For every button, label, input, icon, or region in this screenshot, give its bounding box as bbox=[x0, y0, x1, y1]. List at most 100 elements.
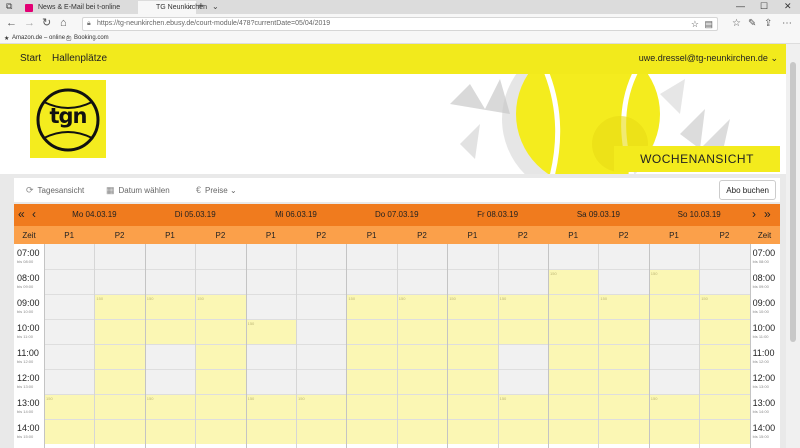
more-icon[interactable]: ⋯ bbox=[782, 18, 792, 29]
share-icon[interactable]: ⇪ bbox=[764, 18, 772, 29]
prev-week-icon[interactable]: ‹ bbox=[32, 207, 36, 221]
url-input[interactable]: 🔒︎ https://tg-neunkirchen.ebusy.de/court… bbox=[82, 17, 718, 31]
page-scrollbar[interactable] bbox=[786, 44, 800, 448]
week-calendar: « ‹ › » Mo 04.03.19 Di 05.03.19 Mi 06.03.1… bbox=[14, 204, 780, 448]
day-header[interactable]: So 10.03.19 bbox=[649, 210, 750, 219]
free-slot[interactable] bbox=[44, 319, 95, 344]
day-view-button[interactable]: ⟳ Tagesansicht bbox=[26, 185, 84, 196]
free-slot[interactable] bbox=[396, 269, 448, 294]
free-slot[interactable] bbox=[598, 269, 649, 294]
free-slot[interactable] bbox=[648, 244, 700, 269]
free-slot[interactable] bbox=[245, 244, 296, 269]
maximize-icon[interactable]: ☐ bbox=[760, 1, 768, 12]
time-slot-label: 10:00 bis 11:00 bbox=[749, 319, 780, 344]
day-header[interactable]: Mo 04.03.19 bbox=[44, 210, 145, 219]
day-header[interactable]: Sa 09.03.19 bbox=[548, 210, 649, 219]
tab-list-chevron-icon[interactable]: ⌄ bbox=[212, 2, 219, 11]
free-slot[interactable] bbox=[648, 344, 700, 369]
free-slot[interactable] bbox=[144, 244, 196, 269]
free-slot[interactable] bbox=[648, 319, 700, 344]
browser-tab-bar: ⧉ News & E-Mail bei t-online TG Neunkirc… bbox=[0, 0, 800, 14]
free-slot[interactable] bbox=[195, 244, 246, 269]
back-icon[interactable]: ← bbox=[6, 18, 17, 29]
refresh-icon[interactable]: ↻ bbox=[42, 18, 51, 29]
reading-view-icon[interactable]: ▤ bbox=[704, 19, 713, 30]
free-slot[interactable] bbox=[296, 269, 347, 294]
bookmark-booking[interactable]: Booking.com bbox=[74, 35, 109, 41]
free-slot[interactable] bbox=[598, 244, 649, 269]
free-slot[interactable] bbox=[699, 244, 750, 269]
browser-tab-tonline[interactable]: News & E-Mail bei t-online bbox=[20, 1, 138, 14]
scrollbar-thumb[interactable] bbox=[790, 62, 796, 342]
book-subscription-button[interactable]: Abo buchen bbox=[719, 180, 776, 200]
user-menu[interactable]: uwe.dressel@tg-neunkirchen.de ⌄ bbox=[639, 53, 778, 64]
nav-start[interactable]: Start bbox=[20, 53, 41, 64]
free-slot[interactable] bbox=[245, 344, 296, 369]
day-header[interactable]: Mi 06.03.19 bbox=[246, 210, 347, 219]
club-logo[interactable]: tgn bbox=[30, 80, 106, 158]
free-slot[interactable] bbox=[44, 344, 95, 369]
free-slot[interactable] bbox=[245, 269, 296, 294]
free-slot[interactable] bbox=[94, 269, 145, 294]
euro-icon: € bbox=[196, 185, 202, 195]
day-header[interactable]: Di 05.03.19 bbox=[145, 210, 246, 219]
calendar-icon: ▦ bbox=[106, 185, 115, 195]
notes-icon[interactable]: ✎ bbox=[748, 18, 756, 29]
free-slot[interactable] bbox=[296, 369, 347, 394]
favorite-star-icon[interactable]: ☆ bbox=[691, 19, 699, 30]
home-icon[interactable]: ⌂ bbox=[60, 18, 67, 29]
free-slot[interactable] bbox=[447, 244, 498, 269]
free-slot[interactable] bbox=[144, 269, 196, 294]
free-slot[interactable] bbox=[44, 269, 95, 294]
free-slot[interactable] bbox=[296, 344, 347, 369]
close-tab-icon[interactable]: × bbox=[187, 3, 192, 12]
free-slot[interactable] bbox=[195, 269, 246, 294]
free-slot[interactable] bbox=[44, 369, 95, 394]
free-slot[interactable] bbox=[447, 269, 498, 294]
free-slot[interactable] bbox=[144, 344, 196, 369]
free-slot[interactable] bbox=[396, 244, 448, 269]
next-week-icon[interactable]: › bbox=[752, 207, 756, 221]
time-label: 11:00 bbox=[752, 348, 775, 358]
free-slot[interactable] bbox=[245, 369, 296, 394]
free-slot[interactable] bbox=[44, 244, 95, 269]
last-week-icon[interactable]: » bbox=[764, 207, 771, 221]
court-header: P2 bbox=[114, 231, 125, 240]
time-until-label: bis 15:00 bbox=[752, 434, 769, 439]
free-slot[interactable] bbox=[497, 344, 548, 369]
free-slot[interactable] bbox=[497, 269, 548, 294]
free-slot[interactable] bbox=[497, 244, 548, 269]
free-slot[interactable] bbox=[296, 319, 347, 344]
prices-dropdown[interactable]: € Preise ⌄ bbox=[196, 185, 237, 195]
free-slot[interactable] bbox=[548, 244, 599, 269]
booking-label: 150 bbox=[499, 396, 507, 401]
free-slot[interactable] bbox=[144, 369, 196, 394]
free-slot[interactable] bbox=[346, 269, 397, 294]
day-header[interactable]: Fr 08.03.19 bbox=[447, 210, 548, 219]
free-slot[interactable] bbox=[648, 369, 700, 394]
day-header[interactable]: Do 07.03.19 bbox=[346, 210, 447, 219]
free-slot[interactable] bbox=[346, 244, 397, 269]
free-slot[interactable] bbox=[699, 269, 750, 294]
forward-icon[interactable]: → bbox=[24, 18, 35, 29]
window-close-icon[interactable]: ✕ bbox=[784, 1, 792, 12]
free-slot[interactable] bbox=[94, 244, 145, 269]
minimize-icon[interactable]: — bbox=[736, 1, 745, 11]
choose-date-button[interactable]: ▦ Datum wählen bbox=[106, 185, 170, 196]
free-slot[interactable] bbox=[44, 294, 95, 319]
browser-tab-tgn[interactable]: TG Neunkirchen × bbox=[138, 1, 207, 14]
free-slot[interactable] bbox=[296, 244, 347, 269]
new-tab-icon[interactable]: + bbox=[198, 1, 204, 12]
booked-slot[interactable]: 150 bbox=[548, 269, 599, 444]
column-divider bbox=[44, 244, 45, 448]
free-slot[interactable] bbox=[245, 294, 296, 319]
favorites-icon[interactable]: ☆ bbox=[732, 18, 741, 29]
bookmark-amazon[interactable]: Amazon.de – online s bbox=[12, 35, 70, 41]
free-slot[interactable] bbox=[296, 294, 347, 319]
nav-hallenplaetze[interactable]: Hallenplätze bbox=[52, 53, 107, 64]
booking-label: 150 bbox=[197, 296, 204, 301]
tab-actions-icon[interactable]: ⧉ bbox=[6, 1, 12, 12]
first-week-icon[interactable]: « bbox=[18, 207, 25, 221]
free-slot[interactable] bbox=[497, 369, 548, 394]
booked-slot[interactable]: 150 bbox=[245, 319, 296, 344]
